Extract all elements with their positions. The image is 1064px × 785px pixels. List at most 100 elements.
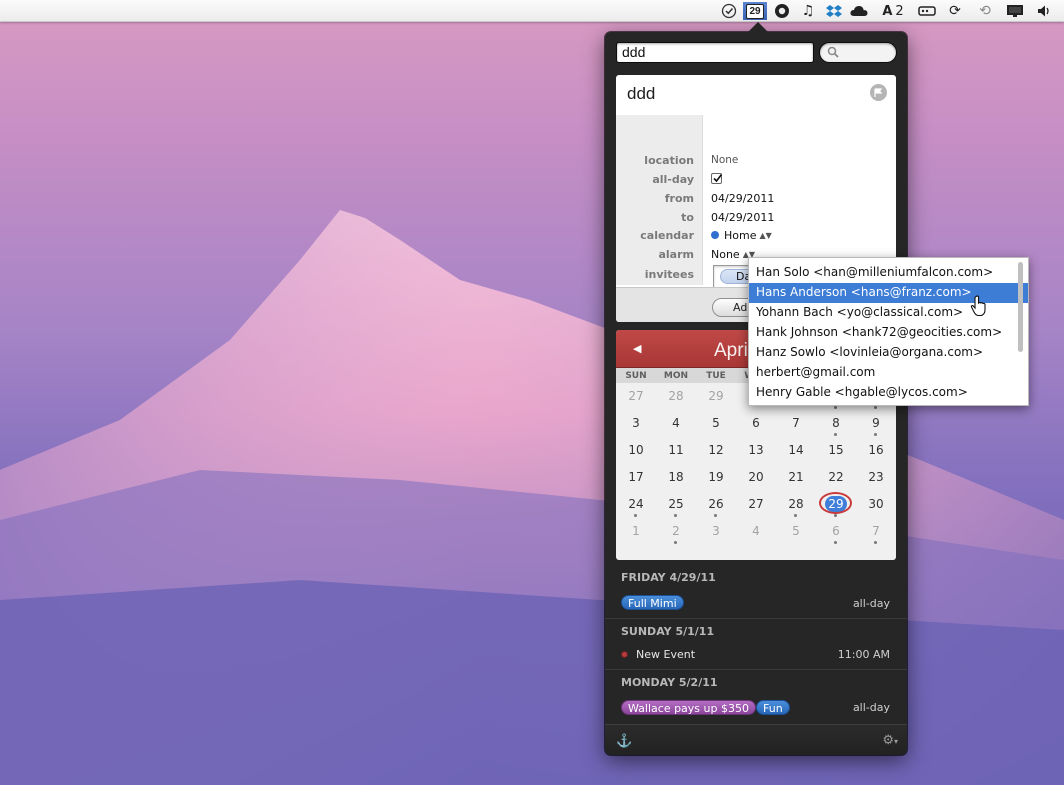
calendar-day[interactable]: 4 bbox=[656, 412, 696, 439]
event-pill[interactable]: Full Mimi bbox=[621, 595, 684, 610]
event-indicator-dot bbox=[834, 406, 837, 409]
event-title-label[interactable]: New Event bbox=[636, 648, 695, 661]
calendar-icon[interactable]: 29 bbox=[743, 2, 767, 20]
autocomplete-item[interactable]: Henry Gable <hgable@lycos.com> bbox=[749, 383, 1015, 403]
hard-drive-icon[interactable] bbox=[916, 2, 938, 20]
event-title[interactable]: ddd bbox=[627, 84, 655, 104]
calendar-day-number: 5 bbox=[792, 524, 800, 538]
calendar-day[interactable]: 8 bbox=[816, 412, 856, 439]
calendar-day[interactable]: 23 bbox=[856, 466, 896, 493]
calendar-day[interactable]: 4 bbox=[736, 520, 776, 547]
calendar-day[interactable]: 27 bbox=[616, 385, 656, 412]
calendar-day[interactable]: 28 bbox=[656, 385, 696, 412]
event-indicator-dot bbox=[714, 514, 717, 517]
record-icon[interactable] bbox=[772, 2, 792, 20]
calendar-day[interactable]: 5 bbox=[696, 412, 736, 439]
autocomplete-item[interactable]: herbert@gmail.com bbox=[749, 363, 1015, 383]
calendar-day[interactable]: 15 bbox=[816, 439, 856, 466]
calendar-day[interactable]: 5 bbox=[776, 520, 816, 547]
calendar-day[interactable]: 14 bbox=[776, 439, 816, 466]
calendar-day[interactable]: 13 bbox=[736, 439, 776, 466]
sync-icon[interactable]: ⟳ bbox=[944, 2, 966, 20]
prev-month-button[interactable]: ◀ bbox=[633, 342, 643, 355]
adobe-icon[interactable]: A2 bbox=[877, 2, 909, 20]
calendar-day[interactable]: 6 bbox=[736, 412, 776, 439]
autocomplete-item[interactable]: Hank Johnson <hank72@geocities.com> bbox=[749, 323, 1015, 343]
event-indicator-dot bbox=[674, 541, 677, 544]
quick-event-input[interactable]: ddd bbox=[616, 42, 814, 63]
calendar-day[interactable]: 17 bbox=[616, 466, 656, 493]
calendar-day[interactable]: 10 bbox=[616, 439, 656, 466]
gear-icon[interactable]: ⚙▾ bbox=[882, 732, 898, 748]
calendar-day-number: 9 bbox=[872, 416, 880, 430]
calendar-day-number: 16 bbox=[868, 443, 884, 457]
display-icon[interactable] bbox=[1004, 2, 1026, 20]
autocomplete-item[interactable]: Hanz Sowlo <lovinleia@organa.com> bbox=[749, 343, 1015, 363]
calendar-day[interactable]: 18 bbox=[656, 466, 696, 493]
calendar-day[interactable]: 2 bbox=[656, 520, 696, 547]
calendar-day[interactable]: 1 bbox=[616, 520, 656, 547]
calendar-day[interactable]: 19 bbox=[696, 466, 736, 493]
calendar-day-number: 24 bbox=[628, 497, 644, 511]
calendar-day[interactable]: 21 bbox=[776, 466, 816, 493]
time-machine-icon[interactable]: ⟲ bbox=[974, 2, 996, 20]
from-label: from bbox=[664, 192, 694, 205]
to-date-field[interactable]: 04/29/2011 bbox=[711, 211, 774, 224]
calendar-day[interactable]: 27 bbox=[736, 493, 776, 520]
checkbox-checked-icon bbox=[711, 173, 723, 184]
calendar-day-number: 29 bbox=[708, 389, 724, 403]
calendar-day[interactable]: 16 bbox=[856, 439, 896, 466]
calendar-day-number: 27 bbox=[748, 497, 764, 511]
calendar-day[interactable]: 30 bbox=[856, 493, 896, 520]
agenda-divider bbox=[605, 618, 907, 619]
calendar-day[interactable]: 3 bbox=[616, 412, 656, 439]
calendar-day-number: 28 bbox=[788, 497, 804, 511]
search-input[interactable] bbox=[819, 42, 897, 63]
calendar-day-number: 18 bbox=[668, 470, 684, 484]
calendar-day[interactable]: 22 bbox=[816, 466, 856, 493]
calendar-day[interactable]: 28 bbox=[776, 493, 816, 520]
calendar-day[interactable]: 6 bbox=[816, 520, 856, 547]
event-pill[interactable]: Fun bbox=[756, 700, 790, 715]
calendar-day[interactable]: 24 bbox=[616, 493, 656, 520]
event-color-dot bbox=[621, 651, 628, 658]
calendar-day[interactable]: 26 bbox=[696, 493, 736, 520]
allday-checkbox[interactable] bbox=[711, 173, 723, 187]
month-label: April bbox=[714, 340, 753, 361]
calendar-select[interactable]: Home ▲▼ bbox=[711, 229, 772, 242]
music-note-icon[interactable]: ♫ bbox=[798, 2, 818, 20]
autocomplete-item[interactable]: Han Solo <han@milleniumfalcon.com> bbox=[749, 263, 1015, 283]
agenda-date-heading: SUNDAY 5/1/11 bbox=[621, 625, 715, 638]
menu-bar: 29 ♫ A2 ⟳ ⟲ bbox=[0, 0, 1064, 22]
scrollbar[interactable] bbox=[1018, 262, 1023, 352]
calendar-day-number: 30 bbox=[868, 497, 884, 511]
anchor-icon[interactable]: ⚓ bbox=[616, 733, 632, 749]
calendar-day[interactable]: 7 bbox=[776, 412, 816, 439]
invitee-autocomplete-list: Han Solo <han@milleniumfalcon.com> Hans A… bbox=[748, 257, 1029, 406]
event-indicator-dot bbox=[874, 541, 877, 544]
dropbox-icon[interactable] bbox=[823, 2, 845, 20]
calendar-day-number: 13 bbox=[748, 443, 764, 457]
calendar-day[interactable]: 29 bbox=[816, 492, 856, 520]
calendar-day[interactable]: 29 bbox=[696, 385, 736, 412]
allday-row: all-day bbox=[616, 171, 896, 189]
calendar-day-number: 28 bbox=[668, 389, 684, 403]
location-value[interactable]: None bbox=[711, 154, 738, 166]
calendar-day-number: 6 bbox=[832, 524, 840, 538]
calendar-day[interactable]: 9 bbox=[856, 412, 896, 439]
calendar-day-number: 14 bbox=[788, 443, 804, 457]
event-pill[interactable]: Wallace pays up $350 bbox=[621, 700, 756, 715]
calendar-day-number: 2 bbox=[672, 524, 680, 538]
calendar-day[interactable]: 7 bbox=[856, 520, 896, 547]
cloud-icon[interactable] bbox=[848, 2, 870, 20]
calendar-day[interactable]: 12 bbox=[696, 439, 736, 466]
calendar-day[interactable]: 11 bbox=[656, 439, 696, 466]
calendar-day[interactable]: 20 bbox=[736, 466, 776, 493]
from-date-field[interactable]: 04/29/2011 bbox=[711, 192, 774, 205]
volume-icon[interactable] bbox=[1034, 2, 1056, 20]
checkmark-badge-icon[interactable] bbox=[719, 2, 739, 20]
calendar-day[interactable]: 25 bbox=[656, 493, 696, 520]
calendar-day[interactable]: 3 bbox=[696, 520, 736, 547]
flag-icon[interactable] bbox=[870, 84, 887, 101]
calendar-day-number: 3 bbox=[712, 524, 720, 538]
